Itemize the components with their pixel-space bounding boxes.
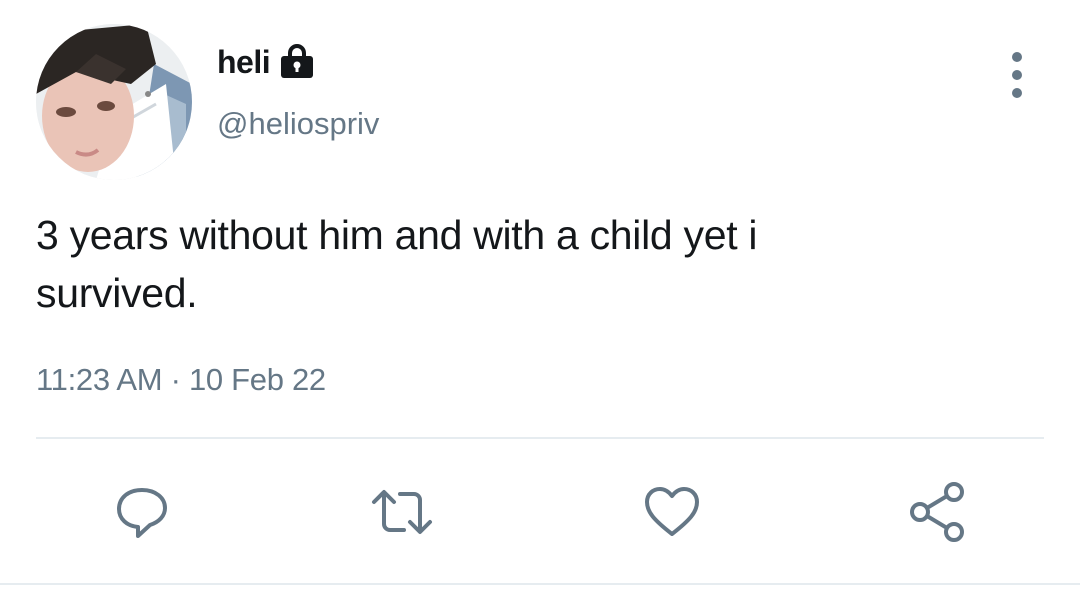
heart-icon — [645, 487, 699, 536]
tweet-timestamp[interactable]: 11:23 AM · 10 Feb 22 — [36, 362, 326, 398]
avatar-photo-icon — [36, 24, 192, 180]
reply-icon — [117, 488, 167, 538]
action-bar — [0, 480, 1080, 544]
display-name[interactable]: heli — [217, 44, 271, 81]
divider — [0, 583, 1080, 585]
divider — [36, 437, 1044, 439]
author-handle[interactable]: @heliospriv — [217, 106, 379, 142]
tweet-text-line: 3 years without him and with a child yet… — [36, 212, 758, 258]
retweet-button[interactable] — [370, 480, 434, 544]
reply-button[interactable] — [110, 480, 174, 544]
lock-icon — [278, 44, 316, 80]
more-dot-icon — [1012, 52, 1022, 62]
tweet-date: 10 Feb 22 — [188, 362, 326, 397]
meta-separator: · — [170, 362, 181, 397]
author-name-row: heli — [217, 42, 316, 82]
avatar[interactable] — [36, 24, 192, 180]
like-button[interactable] — [640, 480, 704, 544]
more-dot-icon — [1012, 88, 1022, 98]
tweet-card: heli @heliospriv 3 years without him and… — [0, 0, 1080, 603]
tweet-text: 3 years without him and with a child yet… — [36, 206, 1026, 322]
retweet-icon — [372, 490, 432, 534]
more-options-button[interactable] — [1000, 52, 1034, 98]
more-dot-icon — [1012, 70, 1022, 80]
tweet-text-line: survived. — [36, 270, 198, 316]
tweet-time: 11:23 AM — [36, 362, 163, 397]
share-button[interactable] — [906, 480, 970, 544]
share-icon — [910, 482, 964, 542]
